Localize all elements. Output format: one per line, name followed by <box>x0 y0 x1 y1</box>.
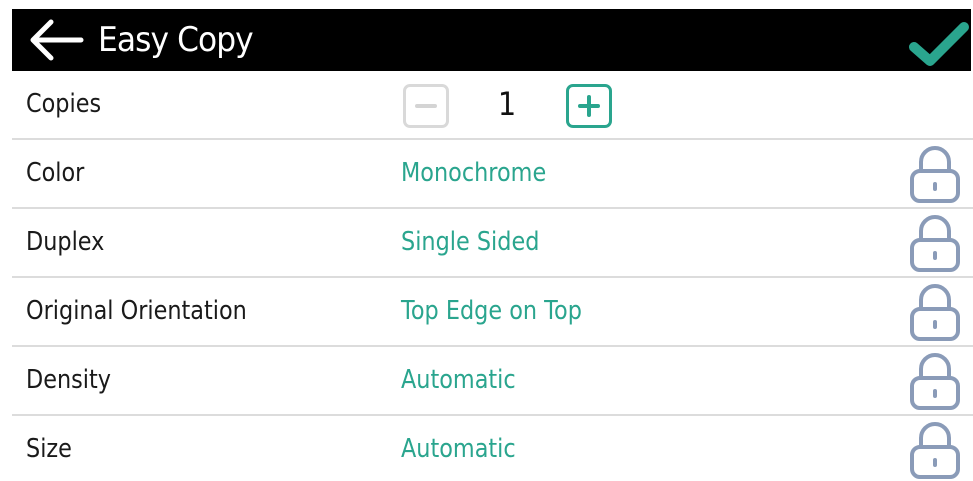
setting-label: Density <box>26 365 112 395</box>
confirm-button[interactable] <box>908 19 970 69</box>
title-bar: Easy Copy <box>12 9 971 71</box>
back-button[interactable] <box>26 17 84 63</box>
setting-value[interactable]: Single Sided <box>401 209 539 276</box>
checkmark-icon <box>909 22 969 66</box>
setting-row-color[interactable]: Color Monochrome <box>12 140 973 209</box>
increment-button[interactable] <box>566 84 612 128</box>
lock-icon[interactable] <box>909 420 961 480</box>
lock-icon[interactable] <box>909 213 961 273</box>
copies-row: Copies 1 <box>12 71 973 140</box>
setting-row-density[interactable]: Density Automatic <box>12 347 973 416</box>
page-title: Easy Copy <box>98 20 254 60</box>
setting-label: Original Orientation <box>26 296 247 326</box>
setting-row-size[interactable]: Size Automatic <box>12 416 973 481</box>
arrow-left-icon <box>30 19 84 61</box>
setting-label: Duplex <box>26 227 105 257</box>
copies-label: Copies <box>26 89 102 119</box>
setting-value[interactable]: Monochrome <box>401 140 546 207</box>
setting-value[interactable]: Automatic <box>401 347 516 414</box>
lock-icon[interactable] <box>909 144 961 204</box>
lock-icon[interactable] <box>909 351 961 411</box>
lock-icon[interactable] <box>909 282 961 342</box>
easy-copy-screen: Easy Copy Copies 1 Color Monochrome Dupl… <box>0 0 973 481</box>
setting-row-original-orientation[interactable]: Original Orientation Top Edge on Top <box>12 278 973 347</box>
setting-value[interactable]: Automatic <box>401 416 516 481</box>
setting-label: Color <box>26 158 85 188</box>
decrement-button[interactable] <box>403 84 449 128</box>
setting-label: Size <box>26 434 72 464</box>
setting-value[interactable]: Top Edge on Top <box>401 278 582 345</box>
copies-count: 1 <box>497 85 517 123</box>
setting-row-duplex[interactable]: Duplex Single Sided <box>12 209 973 278</box>
